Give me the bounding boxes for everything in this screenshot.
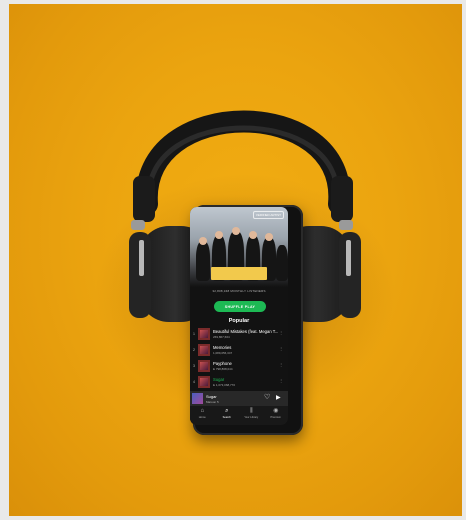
more-options-icon[interactable]: ⋮ <box>279 346 283 351</box>
heart-icon[interactable]: ♡ <box>264 394 270 401</box>
track-artwork <box>198 360 210 372</box>
more-options-icon[interactable]: ⋮ <box>279 378 283 383</box>
track-plays: E 798,868,044 <box>213 367 233 371</box>
track-title: Payphone <box>213 361 232 366</box>
library-icon: ⫼ <box>249 408 253 414</box>
artist-name-redaction <box>211 267 267 280</box>
play-icon[interactable]: ▶ <box>276 395 281 402</box>
track-row[interactable]: 3 Payphone E 798,868,044 ⋮ <box>193 360 285 373</box>
track-number: 2 <box>193 348 195 352</box>
nav-home[interactable]: ⌂ Home <box>192 406 212 419</box>
verified-artist-badge: VERIFIED ARTIST <box>252 211 284 219</box>
track-title: Beautiful Mistakes (feat. Megan T... <box>213 329 279 334</box>
track-row[interactable]: 1 Beautiful Mistakes (feat. Megan T... 2… <box>193 328 285 341</box>
track-number: 4 <box>193 380 195 384</box>
track-artwork <box>198 376 210 388</box>
more-options-icon[interactable]: ⋮ <box>279 330 283 335</box>
nav-library[interactable]: ⫼ Your Library <box>241 406 261 419</box>
now-playing-title: Sugar <box>206 394 217 399</box>
track-title: Sugar <box>213 377 225 382</box>
track-artwork <box>198 344 210 356</box>
track-plays: E 1,073,068,770 <box>213 383 236 387</box>
track-number: 1 <box>193 332 195 336</box>
popular-heading: Popular <box>228 318 250 324</box>
now-playing-bar[interactable]: Sugar Maroon 5 ♡ ▶ <box>190 391 288 406</box>
monthly-listeners: 32,808,348 MONTHLY LISTENERS <box>212 289 266 293</box>
search-icon: ⌕ <box>225 408 229 414</box>
track-plays: 1,089,056,347 <box>213 351 233 355</box>
track-plays: 269,867,664 <box>213 335 230 339</box>
track-row[interactable]: 4 Sugar E 1,073,068,770 ⋮ <box>193 376 285 389</box>
nav-premium[interactable]: ◉ Premium <box>266 406 286 419</box>
bottom-nav: ⌂ Home ⌕ Search ⫼ Your Library ◉ Premium <box>190 406 288 425</box>
now-playing-artist: Maroon 5 <box>206 399 219 404</box>
phone-screen: VERIFIED ARTIST 32,808,348 MONTHLY LISTE… <box>190 207 288 425</box>
track-title: Memories <box>213 345 232 350</box>
shuffle-play-button[interactable]: SHUFFLE PLAY <box>214 301 266 312</box>
nav-search[interactable]: ⌕ Search <box>217 406 237 419</box>
track-row[interactable]: 2 Memories 1,089,056,347 ⋮ <box>193 344 285 357</box>
more-options-icon[interactable]: ⋮ <box>279 362 283 367</box>
track-artwork <box>198 328 210 340</box>
track-number: 3 <box>193 364 195 368</box>
premium-icon: ◉ <box>273 408 279 414</box>
home-icon: ⌂ <box>200 408 205 414</box>
now-playing-artwork <box>192 393 203 404</box>
